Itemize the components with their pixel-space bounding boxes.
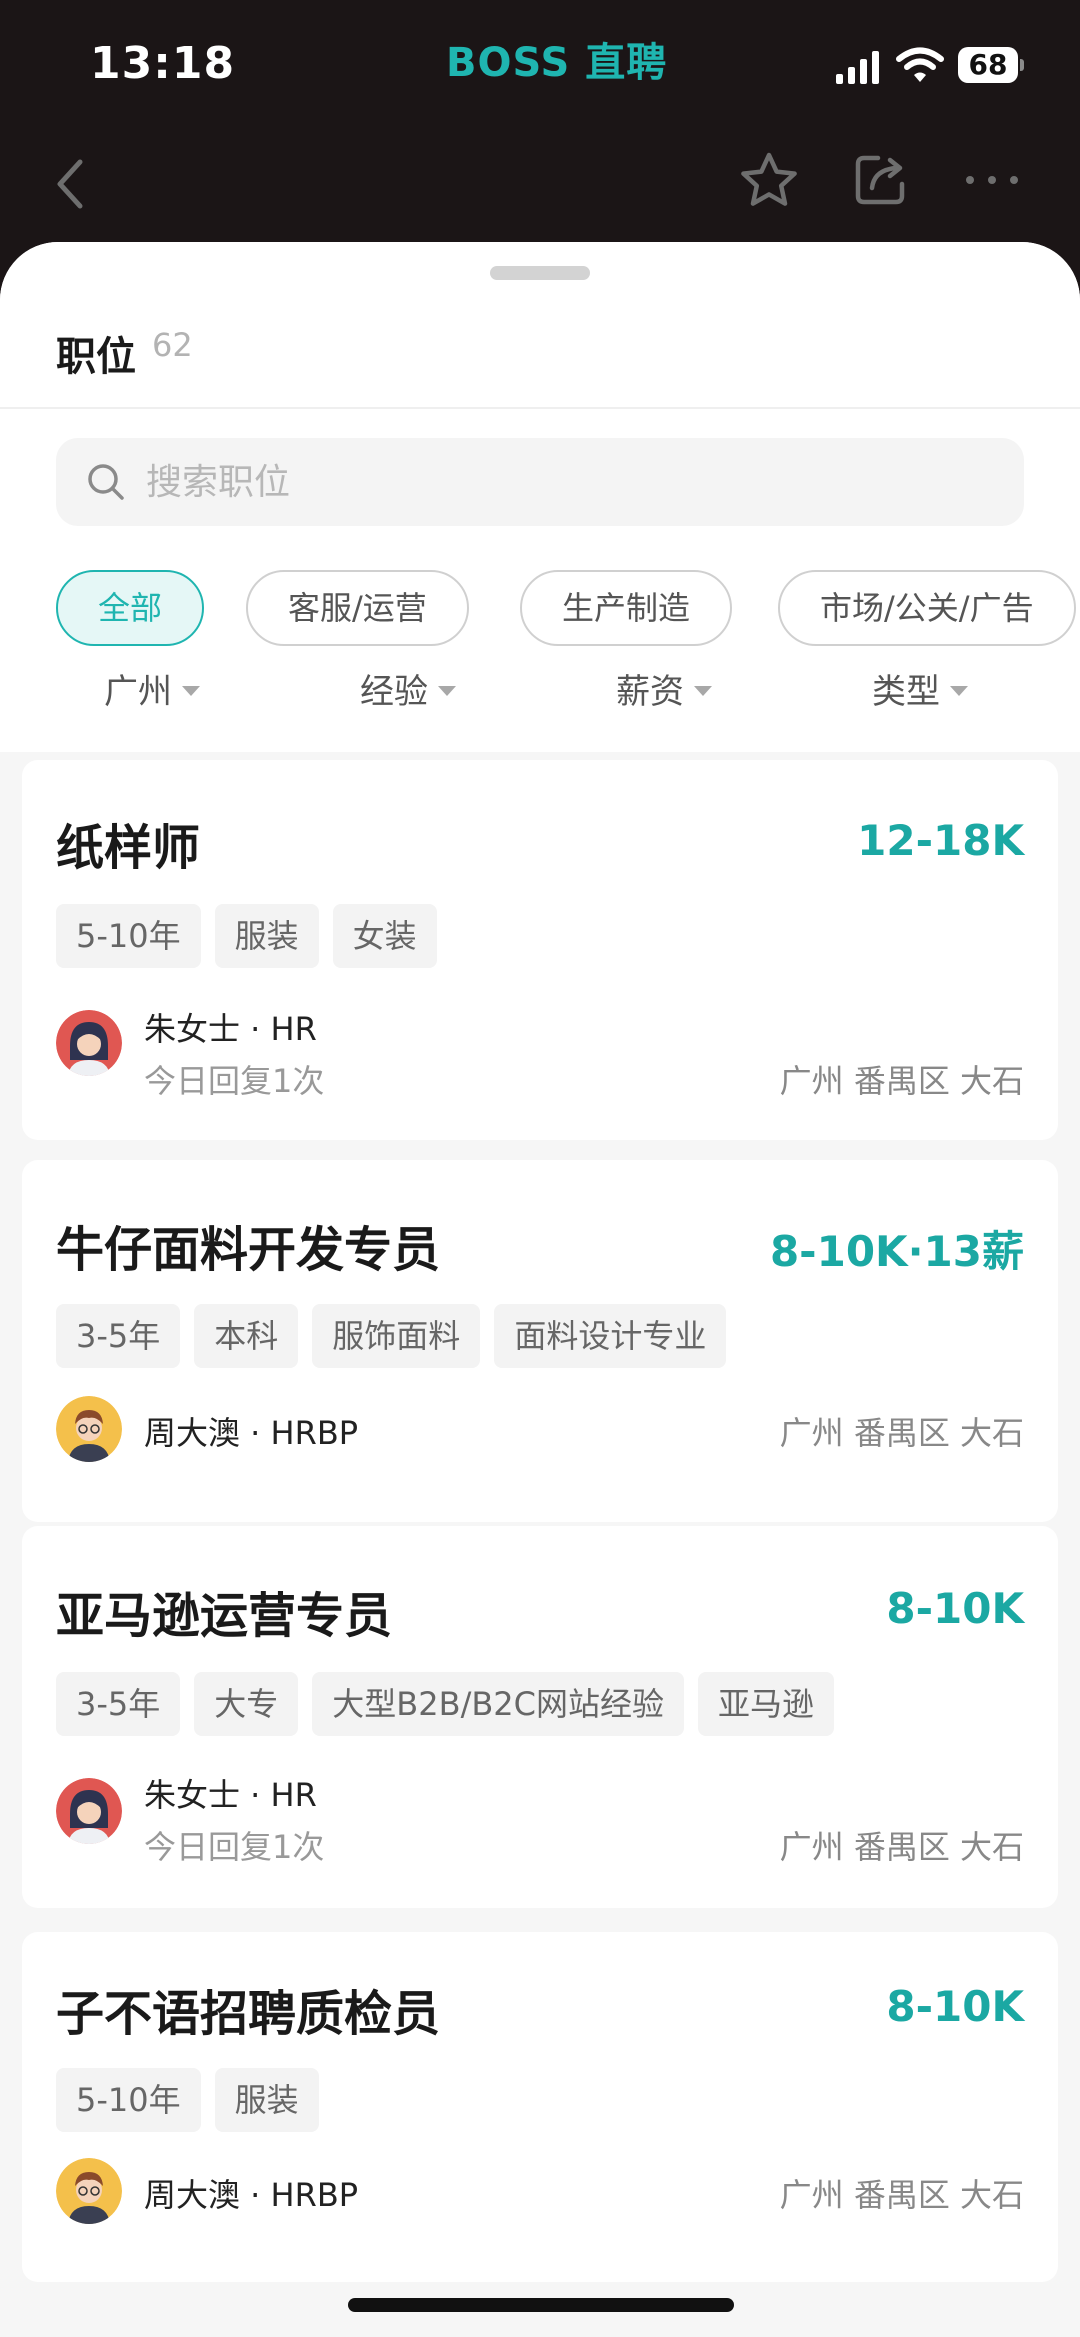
job-tag: 服装 [214,2068,319,2132]
job-tags: 5-10年 服装 女装 [56,904,451,968]
job-card[interactable]: 牛仔面料开发专员 8-10K·13薪 3-5年 本科 服饰面料 面料设计专业 周大澳 … [22,1160,1058,1522]
job-location: 广州 番禺区 大石 [779,2176,1024,2214]
battery-tip [1020,59,1024,71]
status-time: 13:18 [90,38,236,89]
job-tags: 3-5年 本科 服饰面料 面料设计专业 [56,1304,740,1368]
job-location: 广州 番禺区 大石 [779,1828,1024,1866]
reply-status: 今日回复1次 [144,1828,325,1866]
chip-customer-service[interactable]: 客服/运营 [246,570,469,646]
filter-city[interactable]: 广州 [104,662,200,722]
status-bar: 13:18 BOSS 直聘 68 [0,0,1080,120]
recruiter-name: 朱女士 · HR [144,1776,317,1814]
job-tag: 大型B2B/B2C网站经验 [312,1672,685,1736]
search-icon [88,464,124,500]
sheet-grabber[interactable] [490,266,590,280]
recruiter-name: 朱女士 · HR [144,1010,317,1048]
job-tag: 5-10年 [56,2068,201,2132]
reply-status: 今日回复1次 [144,1062,325,1100]
wifi-icon [896,47,944,82]
job-tag: 5-10年 [56,904,201,968]
recruiter-avatar [56,1396,122,1462]
nav-bar [0,140,1080,230]
chip-marketing[interactable]: 市场/公关/广告 [778,570,1076,646]
star-icon[interactable] [738,150,800,212]
filter-salary[interactable]: 薪资 [616,662,712,722]
home-indicator [348,2298,734,2312]
job-list-screen: 13:18 BOSS 直聘 68 职位 62 搜索职位 全部 客服/运营 生产制… [0,0,1080,2337]
job-location: 广州 番禺区 大石 [779,1414,1024,1452]
job-tag: 面料设计专业 [494,1304,727,1368]
search-box[interactable] [56,438,1024,526]
job-count: 62 [152,326,193,364]
job-title: 牛仔面料开发专员 [56,1222,441,1278]
job-tags: 5-10年 服装 [56,2068,333,2132]
job-tag: 服饰面料 [312,1304,481,1368]
job-card[interactable]: 纸样师 12-18K 5-10年 服装 女装 朱女士 · HR 今日回复1次 广州 … [22,760,1058,1140]
caret-down-icon [182,685,200,696]
chip-manufacturing[interactable]: 生产制造 [520,570,733,646]
chip-all[interactable]: 全部 [56,570,205,646]
search-input[interactable] [146,438,1006,526]
filter-type[interactable]: 类型 [872,662,968,722]
brand-title: BOSS 直聘 [446,40,668,86]
job-tag: 女装 [332,904,437,968]
filter-bar: 广州 经验 薪资 类型 [0,662,1080,722]
job-tag: 3-5年 [56,1672,181,1736]
job-tag: 本科 [194,1304,299,1368]
divider [0,407,1080,409]
job-salary: 12-18K [857,816,1024,865]
job-tags: 3-5年 大专 大型B2B/B2C网站经验 亚马逊 [56,1672,848,1736]
filter-salary-label: 薪资 [616,672,684,712]
more-icon[interactable] [962,168,1022,192]
caret-down-icon [694,685,712,696]
job-tag: 大专 [194,1672,299,1736]
job-salary: 8-10K [886,1982,1024,2031]
recruiter-name: 周大澳 · HRBP [144,1414,359,1452]
recruiter-avatar [56,1010,122,1076]
battery-indicator: 68 [958,47,1024,83]
filter-type-label: 类型 [872,672,940,712]
share-icon[interactable] [852,150,910,208]
job-location: 广州 番禺区 大石 [779,1062,1024,1100]
job-title: 纸样师 [56,820,201,876]
job-tag: 3-5年 [56,1304,181,1368]
job-salary: 8-10K·13薪 [769,1227,1024,1276]
job-card[interactable]: 子不语招聘质检员 8-10K 5-10年 服装 周大澳 · HRBP 广州 番禺区… [22,1932,1058,2282]
job-tag: 服装 [214,904,319,968]
job-tag: 亚马逊 [698,1672,835,1736]
caret-down-icon [438,685,456,696]
filter-experience-label: 经验 [360,672,428,712]
back-icon[interactable] [50,156,90,212]
category-chips: 全部 客服/运营 生产制造 市场/公关/广告 [56,570,1080,646]
signal-icon [836,51,879,84]
sheet-title: 职位 [56,334,136,380]
job-title: 亚马逊运营专员 [56,1588,393,1644]
job-list-sheet: 职位 62 全部 客服/运营 生产制造 市场/公关/广告 广州 经验 薪资 [0,242,1080,2337]
recruiter-avatar [56,1778,122,1844]
recruiter-name: 周大澳 · HRBP [144,2176,359,2214]
job-card[interactable]: 亚马逊运营专员 8-10K 3-5年 大专 大型B2B/B2C网站经验 亚马逊 朱女士… [22,1526,1058,1908]
job-salary: 8-10K [886,1584,1024,1633]
caret-down-icon [950,685,968,696]
filter-city-label: 广州 [104,672,172,712]
job-title: 子不语招聘质检员 [56,1986,441,2042]
filter-experience[interactable]: 经验 [360,662,456,722]
battery-level: 68 [968,48,1008,81]
recruiter-avatar [56,2158,122,2224]
sheet-header: 职位 62 全部 客服/运营 生产制造 市场/公关/广告 广州 经验 薪资 [0,242,1080,752]
